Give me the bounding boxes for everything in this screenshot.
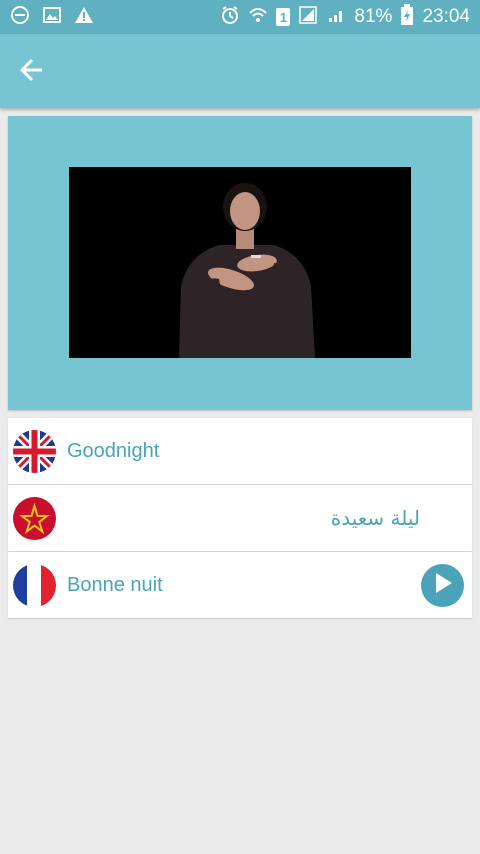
battery-percent: 81% bbox=[354, 6, 393, 27]
translation-text-english: Goodnight bbox=[67, 440, 160, 462]
play-icon bbox=[433, 572, 453, 599]
translation-row-english: Goodnight bbox=[8, 418, 472, 484]
battery-charging-icon bbox=[400, 3, 414, 31]
signer-figure bbox=[69, 167, 411, 358]
uk-flag-icon bbox=[13, 430, 56, 473]
wifi-icon bbox=[248, 5, 268, 30]
signal-icon bbox=[326, 5, 346, 30]
translation-row-french: Bonne nuit bbox=[8, 552, 472, 618]
translation-row-arabic: ليلة سعيدة bbox=[8, 485, 472, 551]
status-bar-right: 1 81% 23:04 bbox=[220, 3, 470, 31]
video-card bbox=[8, 116, 472, 410]
alarm-icon bbox=[220, 5, 240, 30]
image-icon bbox=[42, 5, 62, 30]
signal-icon bbox=[298, 5, 318, 30]
translation-text-arabic: ليلة سعيدة bbox=[330, 506, 420, 530]
status-bar-left bbox=[10, 5, 94, 30]
status-bar: 1 81% 23:04 bbox=[0, 0, 480, 34]
france-flag-icon bbox=[13, 564, 56, 607]
warning-icon bbox=[74, 5, 94, 30]
arrow-left-icon bbox=[19, 57, 45, 88]
sign-language-video[interactable] bbox=[69, 167, 411, 358]
sim-icon: 1 bbox=[276, 8, 291, 26]
sim-label: 1 bbox=[279, 9, 288, 25]
back-button[interactable] bbox=[14, 54, 50, 90]
morocco-flag-icon bbox=[13, 497, 56, 540]
translation-text-french: Bonne nuit bbox=[67, 574, 163, 596]
play-button[interactable] bbox=[421, 564, 464, 607]
do-not-disturb-icon bbox=[10, 5, 30, 30]
app-bar bbox=[0, 34, 480, 108]
clock: 23:04 bbox=[422, 6, 470, 27]
